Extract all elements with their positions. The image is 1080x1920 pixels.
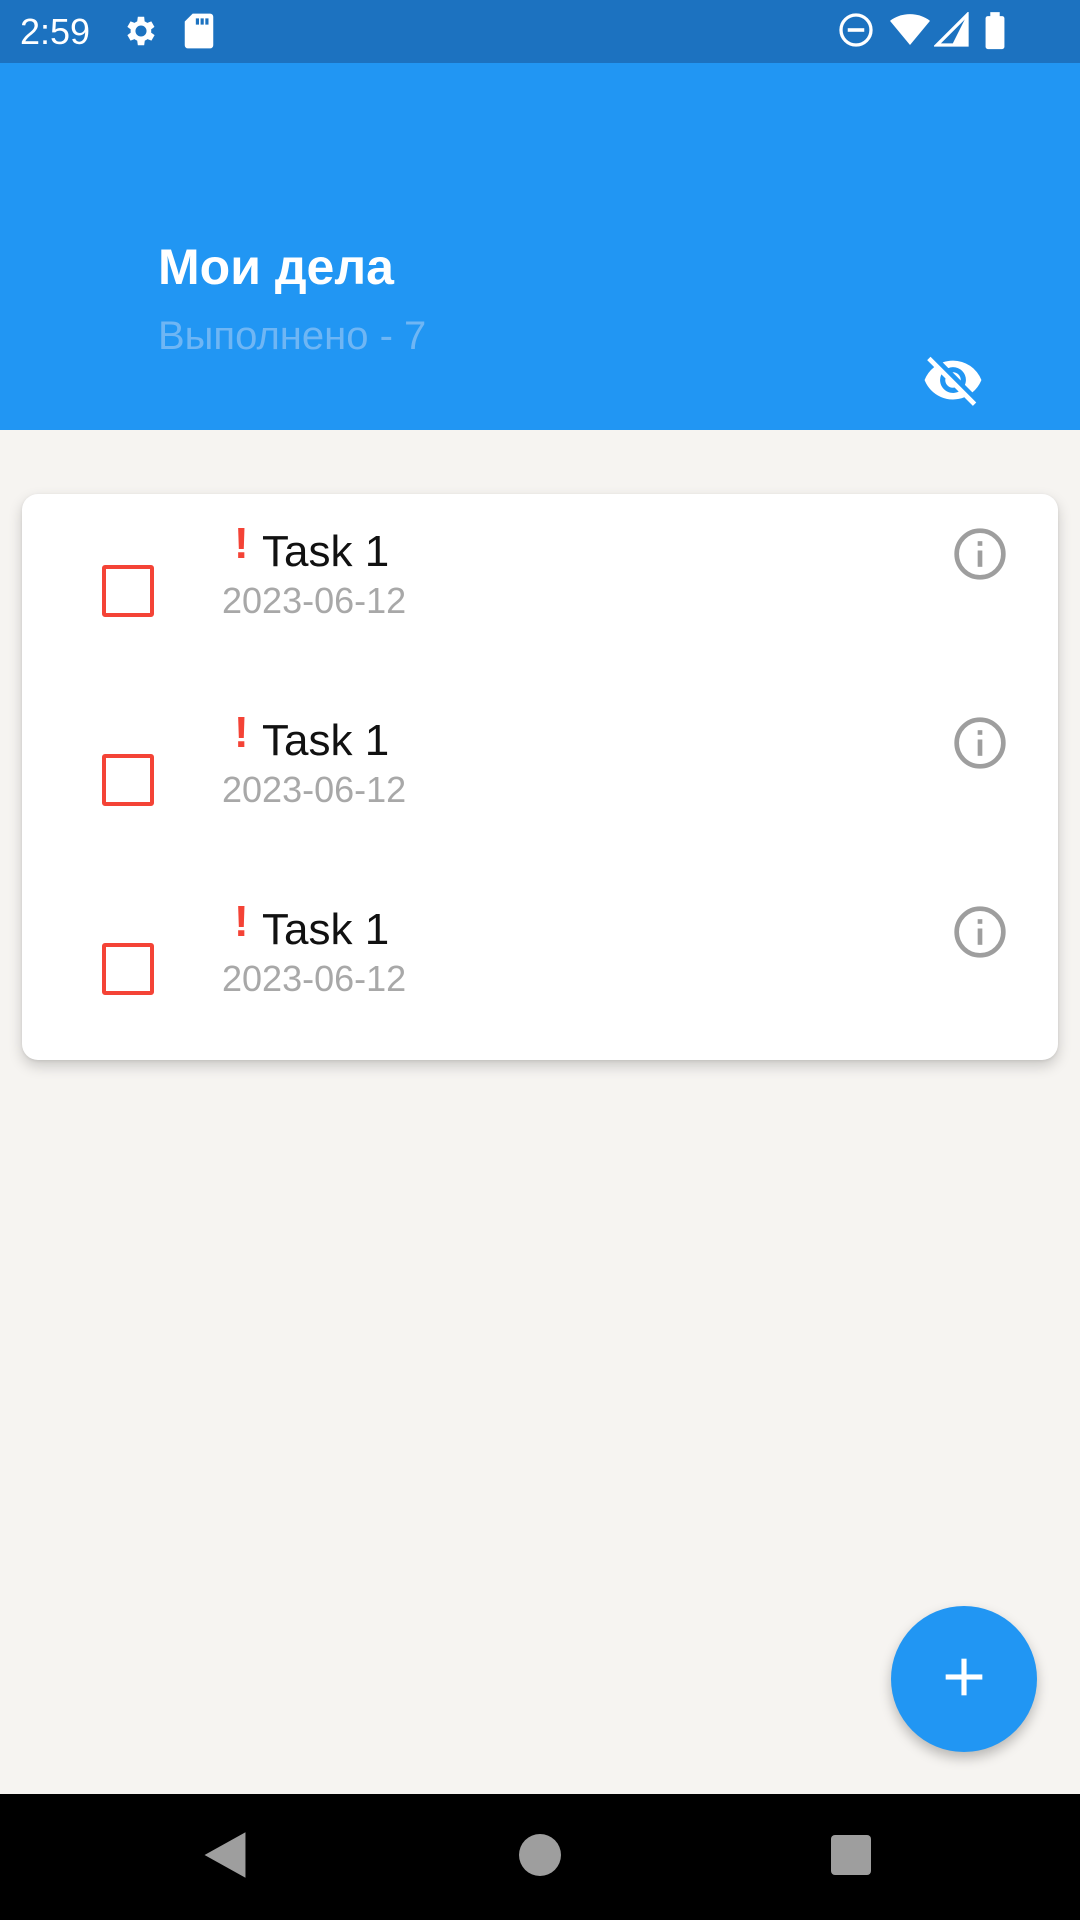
task-row[interactable]: ! Task 1 2023-06-12: [22, 872, 1058, 1061]
battery-icon: [984, 12, 1006, 55]
navigation-bar: [0, 1794, 1080, 1920]
priority-icon: !: [234, 708, 249, 757]
task-list: ! Task 1 2023-06-12 ! Task 1 2023-06-12 …: [22, 494, 1058, 1060]
recents-icon: [831, 1834, 871, 1880]
task-info-button[interactable]: [950, 715, 1010, 775]
task-checkbox[interactable]: [102, 943, 154, 995]
sd-card-icon: [183, 12, 215, 55]
home-icon: [519, 1833, 561, 1881]
priority-icon: !: [234, 519, 249, 568]
task-title: Task 1: [262, 905, 390, 954]
task-info-button[interactable]: [950, 526, 1010, 586]
home-button[interactable]: [505, 1822, 575, 1892]
info-icon: [952, 904, 1008, 965]
toggle-visibility-button[interactable]: [908, 337, 998, 427]
add-task-button[interactable]: [891, 1606, 1037, 1752]
do-not-disturb-icon: [838, 12, 874, 53]
back-button[interactable]: [190, 1822, 260, 1892]
page-title: Мои дела: [158, 239, 394, 295]
task-checkbox[interactable]: [102, 565, 154, 617]
task-title: Task 1: [262, 716, 390, 765]
info-icon: [952, 715, 1008, 776]
info-icon: [952, 526, 1008, 587]
completed-count: Выполнено - 7: [158, 314, 427, 358]
add-icon: [942, 1655, 986, 1704]
visibility-off-icon: [922, 349, 984, 416]
task-row[interactable]: ! Task 1 2023-06-12: [22, 494, 1058, 683]
task-date: 2023-06-12: [222, 958, 407, 999]
signal-icon: [933, 11, 970, 53]
priority-icon: !: [234, 897, 249, 946]
recents-button[interactable]: [816, 1822, 886, 1892]
back-icon: [202, 1830, 248, 1885]
status-time: 2:59: [20, 11, 91, 52]
wifi-icon: [890, 12, 930, 53]
task-row[interactable]: ! Task 1 2023-06-12: [22, 683, 1058, 872]
task-title: Task 1: [262, 527, 390, 576]
task-date: 2023-06-12: [222, 769, 407, 810]
task-date: 2023-06-12: [222, 580, 407, 621]
app-bar: Мои дела Выполнено - 7: [0, 63, 1080, 430]
screen: 2:59 Мои дела Выполнено - 7 ! Task 1 202…: [0, 0, 1080, 1920]
task-info-button[interactable]: [950, 904, 1010, 964]
status-bar: 2:59: [0, 0, 1080, 63]
settings-icon: [122, 12, 160, 55]
task-checkbox[interactable]: [102, 754, 154, 806]
